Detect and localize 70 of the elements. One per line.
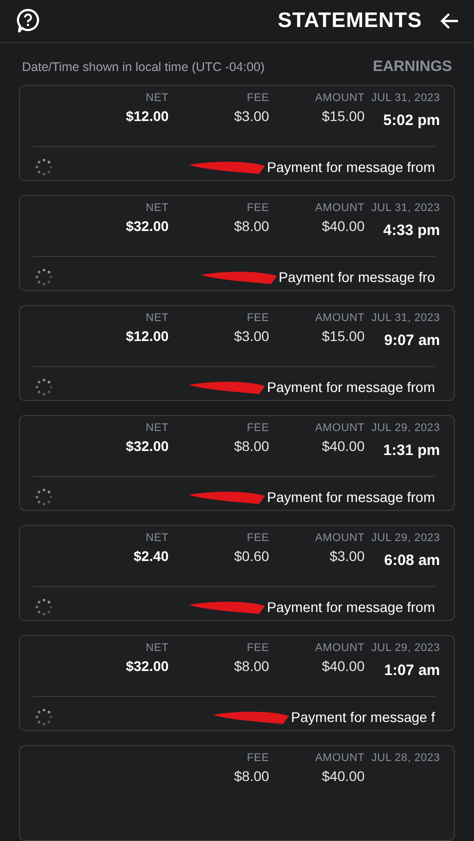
- column-label: AMOUNT: [315, 422, 365, 434]
- help-icon[interactable]: [16, 8, 40, 34]
- date-label: JUL 29, 2023: [371, 422, 440, 434]
- timezone-note: Date/Time shown in local time (UTC -04:00): [22, 60, 265, 74]
- fee-value: $0.60: [234, 548, 270, 564]
- column-label: FEE: [246, 422, 270, 434]
- fee-value: $8.00: [234, 768, 270, 784]
- loading-spinner-icon: [35, 708, 53, 726]
- date-label: JUL 31, 2023: [371, 202, 440, 214]
- loading-spinner-icon: [35, 158, 53, 176]
- net-value: $32.00: [126, 658, 169, 674]
- column-label: AMOUNT: [315, 312, 365, 324]
- net-value: $12.00: [126, 328, 169, 344]
- payment-description: Payment for message from: [266, 599, 435, 615]
- fee-value: $8.00: [234, 658, 270, 674]
- time-text: 5:02 pm: [383, 112, 440, 129]
- amount-value: $15.00: [322, 108, 365, 124]
- time-text: 1:31 pm: [383, 442, 440, 459]
- fee-value: $3.00: [234, 328, 270, 344]
- column-label: NET: [146, 312, 169, 324]
- loading-spinner-icon: [35, 488, 53, 506]
- amount-value: $15.00: [322, 328, 365, 344]
- fee-value: $8.00: [234, 218, 270, 234]
- payment-description: Payment for message fro: [278, 269, 435, 285]
- payment-description: Payment for message from: [266, 379, 435, 395]
- fee-value: $8.00: [234, 438, 270, 454]
- loading-spinner-icon: [35, 598, 53, 616]
- column-label: AMOUNT: [315, 752, 365, 764]
- date-label: JUL 28, 2023: [371, 752, 440, 764]
- column-label: NET: [146, 202, 169, 214]
- column-label: NET: [146, 92, 169, 104]
- time-text: 9:07 am: [384, 332, 440, 349]
- column-label: AMOUNT: [315, 642, 365, 654]
- loading-spinner-icon: [35, 268, 53, 286]
- column-label: NET: [146, 422, 169, 434]
- net-value: $32.00: [126, 218, 169, 234]
- amount-value: $40.00: [322, 218, 365, 234]
- amount-value: $40.00: [322, 438, 365, 454]
- column-label: AMOUNT: [315, 202, 365, 214]
- column-label: FEE: [246, 752, 270, 764]
- amount-value: $3.00: [330, 548, 365, 564]
- column-label: FEE: [246, 92, 270, 104]
- time-text: 6:08 am: [384, 552, 440, 569]
- date-label: JUL 29, 2023: [371, 642, 440, 654]
- net-value: $2.40: [134, 548, 169, 564]
- column-label: AMOUNT: [315, 532, 365, 544]
- time-text: 1:07 am: [384, 662, 440, 679]
- column-label: FEE: [246, 202, 270, 214]
- column-label: NET: [146, 642, 169, 654]
- payment-description: Payment for message from: [266, 489, 435, 505]
- amount-value: $40.00: [322, 768, 365, 784]
- column-label: FEE: [246, 642, 270, 654]
- column-label: FEE: [246, 312, 270, 324]
- page-title: STATEMENTS: [276, 9, 422, 33]
- amount-value: $40.00: [322, 658, 365, 674]
- date-label: JUL 31, 2023: [371, 92, 440, 104]
- net-value: $32.00: [126, 438, 169, 454]
- time-text: 4:33 pm: [383, 222, 440, 239]
- fee-value: $3.00: [234, 108, 270, 124]
- net-value: $12.00: [126, 108, 169, 124]
- payment-description: Payment for message f: [291, 709, 435, 725]
- loading-spinner-icon: [35, 378, 53, 396]
- back-arrow-icon[interactable]: [440, 12, 460, 30]
- payment-description: Payment for message from: [266, 159, 435, 175]
- date-label: JUL 31, 2023: [371, 312, 440, 324]
- column-label: FEE: [246, 532, 270, 544]
- column-label: NET: [146, 532, 169, 544]
- section-title: EARNINGS: [372, 58, 452, 75]
- date-label: JUL 29, 2023: [371, 532, 440, 544]
- column-label: AMOUNT: [315, 92, 365, 104]
